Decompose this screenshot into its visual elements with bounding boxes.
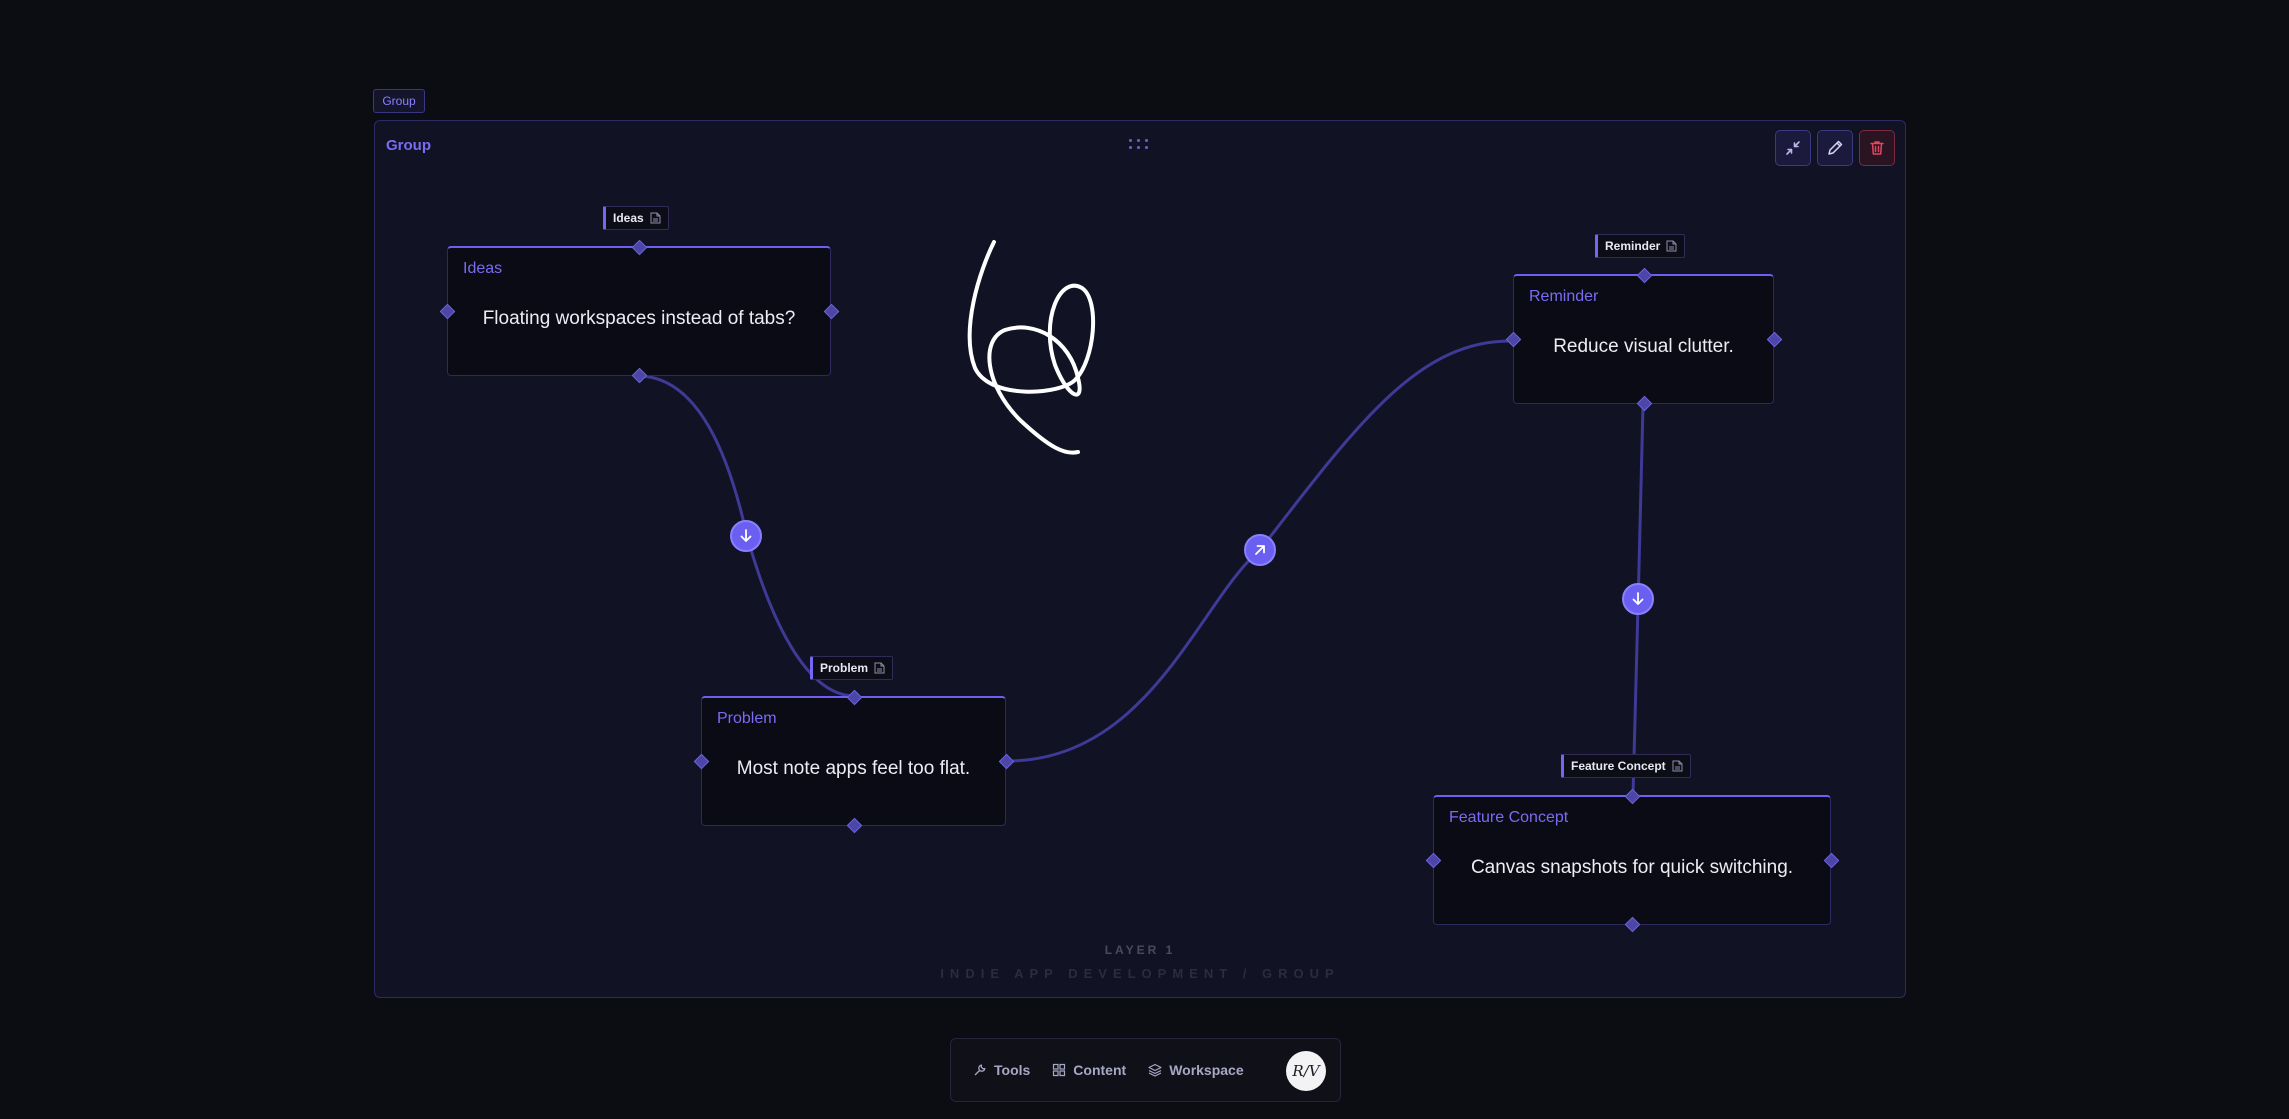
- workspace-button[interactable]: Workspace: [1148, 1062, 1244, 1078]
- node-tag-ideas[interactable]: Ideas: [603, 206, 669, 230]
- node-body[interactable]: Reduce visual clutter.: [1514, 336, 1773, 358]
- group-tag[interactable]: Group: [373, 89, 425, 113]
- edge-badge-reminder-feature[interactable]: [1622, 583, 1654, 615]
- document-icon: [1666, 240, 1677, 252]
- collapse-button[interactable]: [1775, 130, 1811, 166]
- node-tag-label: Feature Concept: [1571, 759, 1666, 773]
- arrow-down-icon: [740, 529, 752, 542]
- layer-label: LAYER 1: [1104, 943, 1176, 957]
- node-title: Ideas: [463, 260, 503, 277]
- node-problem[interactable]: Problem Most note apps feel too flat.: [693, 689, 1015, 834]
- node-body[interactable]: Most note apps feel too flat.: [702, 758, 1005, 780]
- layers-icon: [1148, 1063, 1162, 1077]
- drag-handle-icon[interactable]: [1129, 139, 1151, 151]
- canvas-page: Group Group LAYER 1 INDIE APP DEVELOPMEN…: [0, 0, 2289, 1119]
- node-ideas[interactable]: Ideas Floating workspaces instead of tab…: [439, 239, 840, 384]
- workspace-breadcrumb: INDIE APP DEVELOPMENT / GROUP: [940, 966, 1340, 981]
- collapse-icon: [1786, 141, 1800, 155]
- node-title: Problem: [717, 710, 777, 727]
- delete-button[interactable]: [1859, 130, 1895, 166]
- node-tag-label: Ideas: [613, 211, 644, 225]
- wrench-icon: [974, 1064, 986, 1076]
- node-body[interactable]: Floating workspaces instead of tabs?: [448, 308, 830, 330]
- arrow-up-right-icon: [1255, 545, 1265, 555]
- content-button[interactable]: Content: [1052, 1062, 1126, 1078]
- group-title: Group: [386, 137, 431, 154]
- node-title: Feature Concept: [1449, 809, 1569, 826]
- tools-label: Tools: [994, 1062, 1031, 1078]
- tools-button[interactable]: Tools: [973, 1062, 1030, 1078]
- document-icon: [1672, 760, 1683, 772]
- node-tag-label: Problem: [820, 661, 869, 675]
- pencil-icon: [1828, 140, 1843, 155]
- node-body[interactable]: Canvas snapshots for quick switching.: [1434, 857, 1830, 879]
- workspace-label: Workspace: [1169, 1062, 1244, 1078]
- edge-badge-ideas-problem[interactable]: [730, 520, 762, 552]
- grid-icon: [1053, 1063, 1066, 1077]
- node-feature-concept[interactable]: Feature Concept Canvas snapshots for qui…: [1425, 788, 1840, 933]
- node-tag-feature-concept[interactable]: Feature Concept: [1561, 754, 1691, 778]
- node-tag-problem[interactable]: Problem: [810, 656, 894, 680]
- document-icon: [650, 212, 661, 224]
- node-tag-label: Reminder: [1605, 239, 1661, 253]
- arrow-down-icon: [1632, 592, 1644, 605]
- document-icon: [874, 662, 885, 674]
- trash-icon: [1870, 141, 1884, 155]
- bottom-dock: Tools Content Workspace R/V: [950, 1038, 1341, 1102]
- content-label: Content: [1073, 1062, 1127, 1078]
- node-title: Reminder: [1529, 288, 1599, 305]
- avatar[interactable]: R/V: [1286, 1051, 1326, 1091]
- edge-badge-problem-reminder[interactable]: [1244, 534, 1276, 566]
- node-reminder[interactable]: Reminder Reduce visual clutter.: [1505, 267, 1783, 412]
- node-tag-reminder[interactable]: Reminder: [1595, 234, 1686, 258]
- edit-button[interactable]: [1817, 130, 1853, 166]
